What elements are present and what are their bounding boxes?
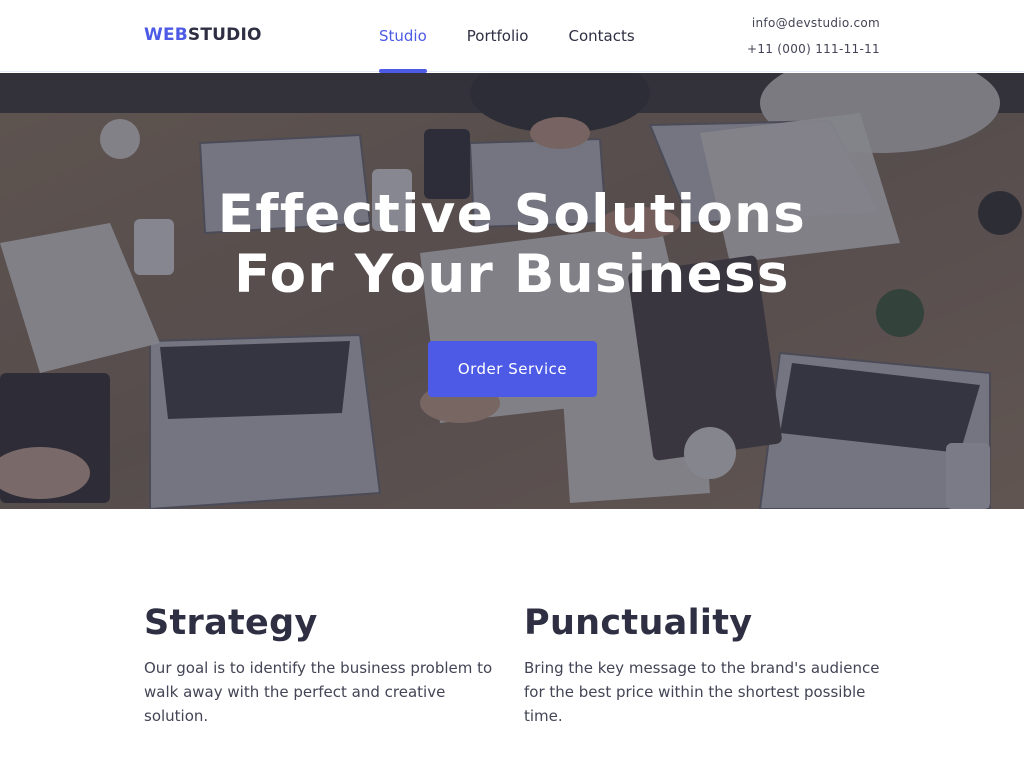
nav-link-studio[interactable]: Studio bbox=[379, 0, 427, 73]
hero-title-line-1: Effective Solutions bbox=[217, 184, 807, 245]
email-link[interactable]: info@devstudio.com bbox=[747, 14, 880, 32]
site-header: WEBSTUDIO Studio Portfolio Contacts info… bbox=[0, 0, 1024, 73]
hero-title: Effective Solutions For Your Business bbox=[0, 185, 1024, 305]
order-service-button[interactable]: Order Service bbox=[428, 341, 597, 397]
feature-text: Our goal is to identify the business pro… bbox=[144, 659, 493, 725]
hero-section: Effective Solutions For Your Business Or… bbox=[0, 73, 1024, 509]
logo-main: STUDIO bbox=[187, 25, 262, 45]
feature-title: Strategy bbox=[144, 603, 318, 643]
logo-link[interactable]: WEBSTUDIO bbox=[144, 23, 262, 47]
logo-accent: WEB bbox=[144, 25, 188, 45]
nav-link-contacts[interactable]: Contacts bbox=[569, 0, 635, 72]
feature-title: Punctuality bbox=[524, 603, 753, 643]
feature-strategy: Strategy Our goal is to identify the bus… bbox=[144, 602, 500, 728]
header-contacts: info@devstudio.com +11 (000) 111-11-11 bbox=[747, 14, 880, 66]
nav-link-portfolio[interactable]: Portfolio bbox=[467, 0, 529, 72]
phone-link[interactable]: +11 (000) 111-11-11 bbox=[747, 40, 880, 58]
hero-title-line-2: For Your Business bbox=[234, 244, 790, 305]
features-section: Strategy Our goal is to identify the bus… bbox=[144, 602, 880, 728]
main-nav: Studio Portfolio Contacts bbox=[379, 0, 635, 73]
feature-punctuality: Punctuality Bring the key message to the… bbox=[524, 602, 880, 728]
feature-text: Bring the key message to the brand's aud… bbox=[524, 659, 880, 725]
